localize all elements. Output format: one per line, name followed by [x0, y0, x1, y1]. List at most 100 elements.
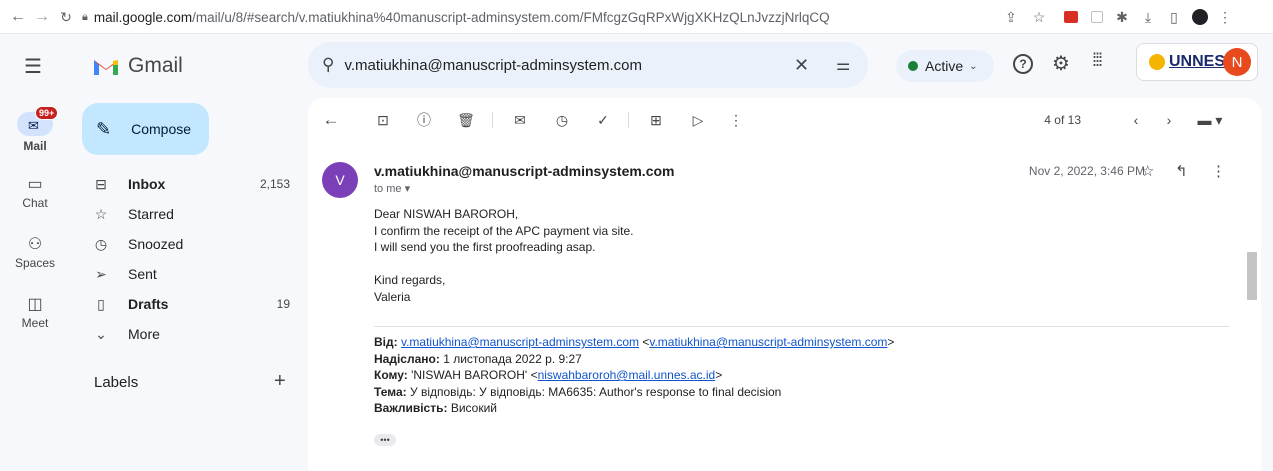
- add-task-icon[interactable]: ✓: [593, 110, 613, 130]
- extension-icon[interactable]: [1087, 7, 1107, 27]
- bookmark-star-icon[interactable]: ☆: [1029, 7, 1049, 27]
- quoted-importance: Важливість: Високий: [374, 400, 894, 417]
- org-logo: UNNES: [1169, 53, 1226, 70]
- report-spam-icon[interactable]: ⓘ: [414, 110, 434, 130]
- main-menu-icon[interactable]: ☰: [24, 54, 42, 79]
- compose-button[interactable]: ✎ Compose: [82, 103, 209, 155]
- move-to-icon[interactable]: ⊞: [646, 110, 666, 130]
- message-toolbar: ← ⊡ ⓘ 🗑︎ ✉ ◷ ✓ ⊞ ▷ ⋮ 4 of 13 ‹ › ▬ ▾: [308, 98, 1261, 142]
- archive-icon[interactable]: ⊡: [373, 110, 393, 130]
- extension-icon[interactable]: [1061, 7, 1081, 27]
- account-switcher[interactable]: UNNES N: [1136, 43, 1258, 81]
- chevron-down-icon: ⌄: [95, 325, 107, 342]
- nav-count: 2,153: [259, 177, 290, 191]
- from-link[interactable]: v.matiukhina@manuscript-adminsystem.com: [401, 335, 639, 349]
- profile-icon[interactable]: [1190, 7, 1210, 27]
- gmail-app: ☰ Gmail ⚲ v.matiukhina@manuscript-admins…: [0, 34, 1273, 471]
- share-icon[interactable]: ⇪: [1001, 7, 1021, 27]
- status-selector[interactable]: Active ⌄: [896, 50, 994, 82]
- rail-label: Mail: [23, 139, 47, 153]
- rail-spaces[interactable]: ⚇ Spaces: [0, 234, 70, 270]
- field-label: Від:: [374, 335, 398, 349]
- search-icon[interactable]: ⚲: [322, 55, 334, 75]
- reload-icon[interactable]: ↻: [54, 5, 78, 29]
- sender-avatar[interactable]: V: [322, 162, 358, 198]
- status-label: Active: [925, 58, 964, 74]
- older-icon[interactable]: ›: [1159, 110, 1179, 130]
- gmail-header: ☰ Gmail ⚲ v.matiukhina@manuscript-admins…: [0, 34, 1273, 98]
- field-label: Тема:: [374, 384, 407, 399]
- nav-item-snoozed[interactable]: ◷ Snoozed: [70, 229, 302, 259]
- inbox-icon: ⊟: [95, 175, 107, 192]
- quoted-sent: Надіслано: 1 листопада 2022 р. 9:27: [374, 351, 894, 368]
- avatar[interactable]: N: [1223, 48, 1251, 76]
- mark-unread-icon[interactable]: ✉: [510, 110, 530, 130]
- scrollbar-thumb[interactable]: [1247, 252, 1257, 300]
- star-icon[interactable]: ☆: [1141, 162, 1154, 180]
- nav-label: More: [128, 326, 160, 342]
- search-bar[interactable]: ⚲ v.matiukhina@manuscript-adminsystem.co…: [308, 42, 868, 88]
- chevron-down-icon: ▾: [404, 183, 411, 195]
- nav-label: Snoozed: [128, 236, 184, 252]
- rail-mail[interactable]: ✉ 99+ Mail: [0, 106, 70, 153]
- body-line: [374, 256, 633, 273]
- chat-icon: ▭: [27, 176, 43, 193]
- field-label: Кому:: [374, 368, 408, 382]
- rail-chat[interactable]: ▭ Chat: [0, 174, 70, 210]
- meet-icon: ◫: [27, 296, 43, 313]
- more-options-icon[interactable]: ⋮: [726, 110, 746, 130]
- pencil-icon: ✎: [96, 118, 112, 139]
- quoted-to: Кому: 'NISWAH BAROROH' <niswahbaroroh@ma…: [374, 368, 723, 382]
- nav-item-sent[interactable]: ➢ Sent: [70, 259, 302, 289]
- sender-email[interactable]: v.matiukhina@manuscript-adminsystem.com: [374, 163, 674, 179]
- input-tools-icon[interactable]: ▬ ▾: [1192, 110, 1228, 130]
- back-icon[interactable]: ←: [6, 5, 30, 29]
- org-logo-icon: [1149, 54, 1165, 70]
- divider: [628, 112, 629, 128]
- url-path: /mail/u/8/#search/v.matiukhina%40manuscr…: [192, 9, 830, 25]
- gmail-logo[interactable]: Gmail: [92, 54, 183, 78]
- rail-label: Spaces: [14, 256, 56, 270]
- field-label: Надіслано:: [374, 351, 440, 366]
- menu-kebab-icon[interactable]: ⋮: [1215, 7, 1235, 27]
- recipient-label: to me: [374, 183, 402, 195]
- puzzle-icon[interactable]: ✱: [1112, 7, 1132, 27]
- download-icon[interactable]: ⤓: [1138, 7, 1158, 27]
- clock-icon: ◷: [94, 235, 108, 252]
- add-label-icon[interactable]: +: [274, 370, 286, 393]
- quote-divider: [374, 326, 1229, 327]
- reply-icon[interactable]: ↰: [1175, 162, 1188, 180]
- from-link[interactable]: v.matiukhina@manuscript-adminsystem.com: [649, 335, 887, 349]
- back-to-list-icon[interactable]: ←: [321, 110, 341, 130]
- nav-label: Inbox: [128, 176, 166, 192]
- side-panel-icon[interactable]: ▯: [1164, 7, 1184, 27]
- quoted-subject: Тема: У відповідь: У відповідь: MA6635: …: [374, 384, 894, 401]
- nav-item-drafts[interactable]: ▯ Drafts 19: [70, 289, 302, 319]
- help-icon[interactable]: ?: [1013, 54, 1033, 74]
- search-options-icon[interactable]: ⚌: [836, 55, 850, 75]
- recipient-details-toggle[interactable]: to me ▾: [374, 182, 410, 195]
- nav-item-more[interactable]: ⌄ More: [70, 319, 302, 349]
- clear-search-icon[interactable]: ✕: [794, 55, 809, 76]
- settings-gear-icon[interactable]: ⚙: [1052, 51, 1070, 76]
- nav-label: Sent: [128, 266, 157, 282]
- snooze-icon[interactable]: ◷: [552, 110, 572, 130]
- forward-icon[interactable]: →: [30, 5, 54, 29]
- draft-icon: ▯: [97, 295, 105, 312]
- to-link[interactable]: niswahbaroroh@mail.unnes.ac.id: [538, 368, 716, 382]
- message-date: Nov 2, 2022, 3:46 PM: [1028, 164, 1145, 178]
- label-icon[interactable]: ▷: [688, 110, 708, 130]
- mail-badge: 99+: [35, 106, 59, 120]
- quoted-header: Від: v.matiukhina@manuscript-adminsystem…: [374, 334, 894, 417]
- delete-icon[interactable]: 🗑︎: [456, 110, 476, 130]
- newer-icon[interactable]: ‹: [1126, 110, 1146, 130]
- rail-label: Chat: [22, 196, 48, 210]
- nav-item-starred[interactable]: ☆ Starred: [70, 199, 302, 229]
- apps-grid-icon[interactable]: ⁞⁞⁞: [1092, 50, 1103, 71]
- search-input[interactable]: v.matiukhina@manuscript-adminsystem.com: [344, 57, 642, 74]
- mail-nav: ✎ Compose ⊟ Inbox 2,153 ☆ Starred ◷ Snoo…: [70, 98, 302, 471]
- rail-meet[interactable]: ◫ Meet: [0, 294, 70, 330]
- nav-item-inbox[interactable]: ⊟ Inbox 2,153: [70, 169, 302, 199]
- show-trimmed-content-button[interactable]: •••: [374, 434, 396, 446]
- message-more-icon[interactable]: ⋮: [1211, 162, 1226, 180]
